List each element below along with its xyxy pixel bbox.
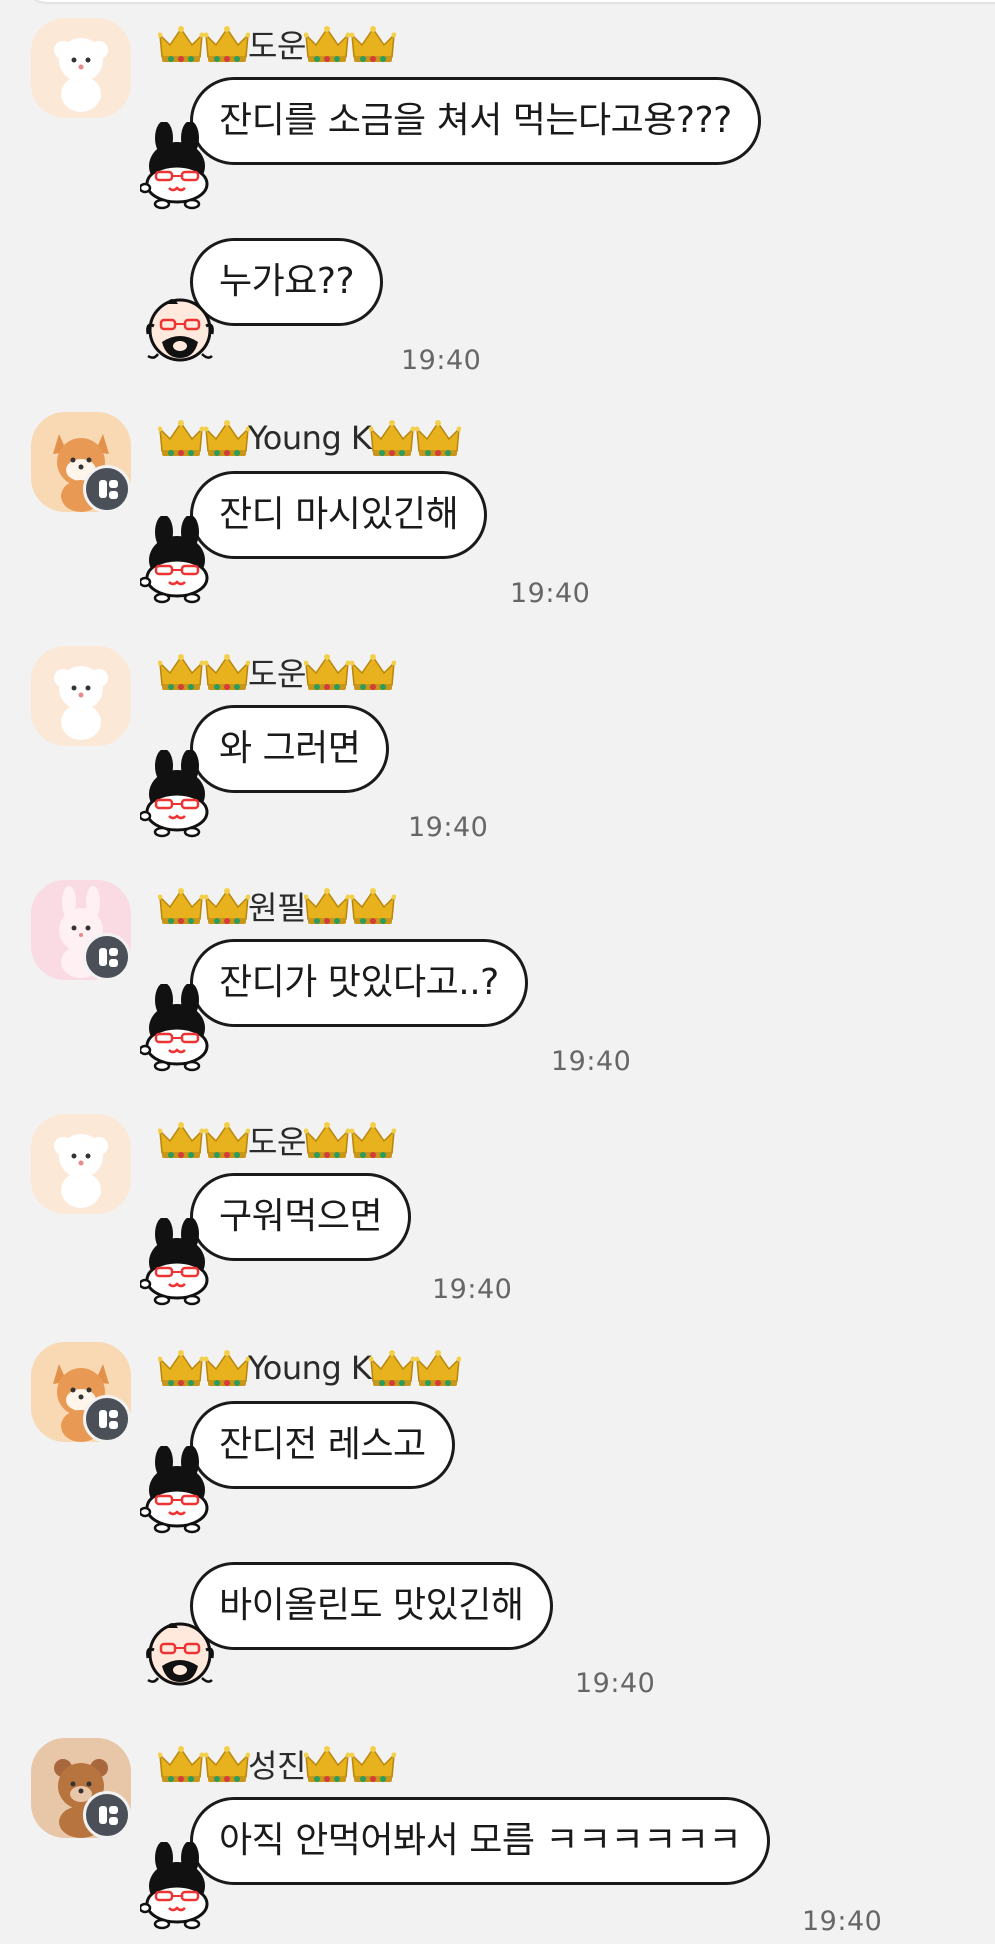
crown-icon (415, 1349, 462, 1387)
crown-icon (158, 25, 204, 63)
crown-icon (158, 1121, 204, 1159)
crown-icon (158, 653, 204, 691)
sender-name: Young K (248, 1349, 372, 1387)
device-badge-icon (83, 1395, 131, 1443)
timestamp: 19:40 (510, 578, 591, 609)
message-bubble[interactable]: 잔디 마시있긴해 (190, 471, 488, 559)
sender-name: 성진 (248, 1747, 306, 1785)
crown-icon (349, 1745, 396, 1783)
white-puppy-avatar (31, 1114, 131, 1214)
crown-icon (303, 887, 350, 925)
device-badge-icon (83, 1791, 131, 1839)
device-badge-icon (83, 465, 131, 513)
crown-icon (349, 653, 396, 691)
crown-icon (303, 1121, 350, 1159)
white-puppy-avatar (31, 18, 131, 118)
crown-icon (369, 1349, 416, 1387)
mustache-face-sticker (140, 1610, 230, 1700)
crown-icon (303, 653, 350, 691)
bunny-sticker (140, 1218, 230, 1308)
sender-name-row: 도운 (158, 1120, 396, 1161)
sender-name: Young K (248, 419, 372, 457)
crown-icon (158, 887, 204, 925)
crown-icon (204, 887, 250, 925)
bunny-sticker (140, 516, 230, 606)
white-puppy-avatar (31, 646, 131, 746)
crown-icon (415, 419, 462, 457)
sender-name-row: Young K (158, 418, 462, 458)
crown-icon (204, 25, 250, 63)
crown-icon (204, 1121, 250, 1159)
crown-icon (349, 1121, 396, 1159)
timestamp: 19:40 (432, 1274, 513, 1305)
crown-icon (158, 1349, 204, 1387)
bunny-sticker (140, 1842, 230, 1932)
crown-icon (349, 887, 396, 925)
sender-name-row: Young K (158, 1348, 462, 1388)
timestamp: 19:40 (551, 1046, 632, 1077)
message-bubble[interactable]: 아직 안먹어봐서 모름 ㅋㅋㅋㅋㅋㅋ (190, 1797, 771, 1885)
avatar[interactable] (31, 18, 131, 118)
timestamp: 19:40 (408, 812, 489, 843)
timestamp: 19:40 (802, 1906, 883, 1937)
bunny-sticker (140, 122, 230, 212)
bunny-sticker (140, 750, 230, 840)
sender-name-row: 도운 (158, 24, 396, 65)
previous-message-card (28, 0, 995, 2)
sender-name: 도운 (248, 655, 306, 693)
crown-icon (349, 25, 396, 63)
crown-icon (204, 1349, 250, 1387)
message-bubble[interactable]: 잔디를 소금을 쳐서 먹는다고용??? (190, 77, 761, 165)
sender-name: 원필 (248, 889, 306, 927)
sender-name-row: 성진 (158, 1744, 396, 1785)
avatar[interactable] (31, 646, 131, 746)
crown-icon (369, 419, 416, 457)
device-badge-icon (83, 933, 131, 981)
timestamp: 19:40 (575, 1668, 656, 1699)
crown-icon (158, 419, 204, 457)
timestamp: 19:40 (401, 345, 482, 376)
bunny-sticker (140, 984, 230, 1074)
sender-name: 도운 (248, 27, 306, 65)
message-bubble[interactable]: 잔디가 맛있다고..? (190, 939, 528, 1027)
crown-icon (303, 1745, 350, 1783)
crown-icon (204, 653, 250, 691)
sender-name-row: 원필 (158, 886, 396, 927)
message-bubble[interactable]: 바이올린도 맛있긴해 (190, 1562, 553, 1650)
avatar[interactable] (31, 1114, 131, 1214)
bunny-sticker (140, 1446, 230, 1536)
crown-icon (158, 1745, 204, 1783)
mustache-face-sticker (140, 286, 230, 376)
crown-icon (204, 1745, 250, 1783)
crown-icon (303, 25, 350, 63)
crown-icon (204, 419, 250, 457)
sender-name-row: 도운 (158, 652, 396, 693)
sender-name: 도운 (248, 1123, 306, 1161)
